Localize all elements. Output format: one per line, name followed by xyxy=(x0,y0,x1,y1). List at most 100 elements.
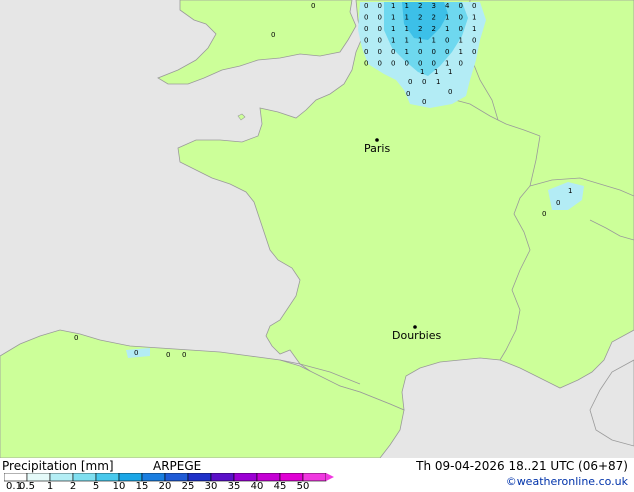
precip-value: 0 xyxy=(378,37,382,45)
scale-tick-label: 10 xyxy=(112,481,126,492)
precip-value: 0 xyxy=(445,37,449,45)
precip-value: 1 xyxy=(405,37,409,45)
precip-value: 1 xyxy=(568,187,572,195)
precip-value: 0 xyxy=(182,351,186,359)
valid-time: Th 09-04-2026 18..21 UTC (06+87) xyxy=(416,459,628,473)
scale-swatch xyxy=(210,473,235,482)
scale-swatch xyxy=(302,473,327,482)
precip-value: 0 xyxy=(408,78,412,86)
model-name: ARPEGE xyxy=(153,459,202,473)
precip-value: 0 xyxy=(472,2,476,10)
precip-value: 1 xyxy=(420,68,424,76)
scale-swatch xyxy=(95,473,120,482)
precip-value: 0 xyxy=(459,60,463,68)
precip-value: 2 xyxy=(418,14,422,22)
scale-swatch xyxy=(118,473,143,482)
precip-value: 1 xyxy=(436,78,440,86)
scale-tick-label: 1 xyxy=(46,481,54,492)
precip-value: 1 xyxy=(418,37,422,45)
precip-value: 0 xyxy=(432,60,436,68)
precip-value: 1 xyxy=(459,48,463,56)
precip-value: 0 xyxy=(364,14,368,22)
precip-value: 0 xyxy=(378,14,382,22)
precip-value: 1 xyxy=(391,2,395,10)
precip-value: 0 xyxy=(459,2,463,10)
precip-value: 1 xyxy=(432,37,436,45)
scale-tick-label: 5 xyxy=(92,481,100,492)
map-canvas: 0 0 1 1 2 3 4 0 00 0 1 1 2 2 1 0 10 0 1 1 2 2 1 0 10 0 1 1 1 1 0 1 00 0 0 1… xyxy=(0,0,634,458)
precip-value: 0 xyxy=(378,2,382,10)
precip-value: 0 xyxy=(74,334,78,342)
precip-value: 1 xyxy=(391,25,395,33)
precip-value: 0 xyxy=(364,25,368,33)
scale-swatch xyxy=(26,473,51,482)
precip-value: 1 xyxy=(391,14,395,22)
precip-value: 0 xyxy=(405,60,409,68)
scale-swatch xyxy=(256,473,281,482)
precip-value: 0 xyxy=(422,98,426,106)
precip-value: 1 xyxy=(472,25,476,33)
precip-value: 0 xyxy=(472,48,476,56)
scale-tick-label: 40 xyxy=(250,481,264,492)
precip-value: 1 xyxy=(405,25,409,33)
precip-value: 1 xyxy=(445,25,449,33)
precip-value: 0 xyxy=(459,25,463,33)
scale-swatch xyxy=(164,473,189,482)
precip-value: 0 xyxy=(432,48,436,56)
scale-swatch xyxy=(279,473,304,482)
precip-value: 0 xyxy=(271,31,275,39)
scale-swatch xyxy=(49,473,74,482)
precip-value: 0 xyxy=(378,60,382,68)
precip-value: 0 xyxy=(364,2,368,10)
precip-value: 0 xyxy=(448,88,452,96)
scale-tick-label: 15 xyxy=(135,481,149,492)
precip-value: 4 xyxy=(445,2,450,10)
scale-swatch xyxy=(72,473,97,482)
scale-swatch xyxy=(233,473,258,482)
precip-value: 0 xyxy=(459,14,463,22)
precip-value: 0 xyxy=(166,351,170,359)
precip-value: 2 xyxy=(432,14,436,22)
precip-value: 2 xyxy=(432,25,436,33)
scale-tick-label: 30 xyxy=(204,481,218,492)
scale-tick-label: 20 xyxy=(158,481,172,492)
precip-value: 0 xyxy=(311,2,315,10)
scale-swatch xyxy=(4,473,28,482)
precip-value: 1 xyxy=(391,37,395,45)
city-label-dourbies: Dourbies xyxy=(392,329,442,342)
city-label-paris: Paris xyxy=(364,142,391,155)
precip-value: 0 xyxy=(556,199,560,207)
footer: Precipitation [mm] ARPEGE Th 09-04-2026 … xyxy=(0,458,634,492)
precip-value: 0 xyxy=(134,349,138,357)
precip-value: 0 xyxy=(364,37,368,45)
precip-value: 1 xyxy=(405,2,409,10)
scale-tick-label: 25 xyxy=(181,481,195,492)
scale-swatch xyxy=(141,473,166,482)
scale-tick-label: 45 xyxy=(273,481,287,492)
precip-value: 1 xyxy=(448,68,452,76)
scale-tick-label: 2 xyxy=(69,481,77,492)
precip-value: 2 xyxy=(418,25,422,33)
precip-value: 0 xyxy=(418,60,422,68)
precip-value: 1 xyxy=(445,60,449,68)
precip-value: 0 xyxy=(364,60,368,68)
precip-value: 1 xyxy=(405,14,409,22)
precip-value: 1 xyxy=(472,14,476,22)
precip-value: 1 xyxy=(445,14,449,22)
precip-value: 1 xyxy=(459,37,463,45)
precip-value: 3 xyxy=(432,2,436,10)
precip-value: 0 xyxy=(378,48,382,56)
precip-value: 2 xyxy=(418,2,422,10)
scale-swatch xyxy=(187,473,212,482)
precip-value: 0 xyxy=(472,37,476,45)
precip-value: 0 xyxy=(378,25,382,33)
scale-tick-label: 0.5 xyxy=(19,481,35,492)
precip-value: 0 xyxy=(391,60,395,68)
map-area: 0011234000011221010011221010011110100001… xyxy=(0,0,634,458)
precip-value: 0 xyxy=(422,78,426,86)
precip-value: 1 xyxy=(405,48,409,56)
precip-value: 0 xyxy=(445,48,449,56)
precip-value: 0 xyxy=(418,48,422,56)
precip-value: 0 xyxy=(391,48,395,56)
copyright-link[interactable]: ©weatheronline.co.uk xyxy=(506,475,628,488)
